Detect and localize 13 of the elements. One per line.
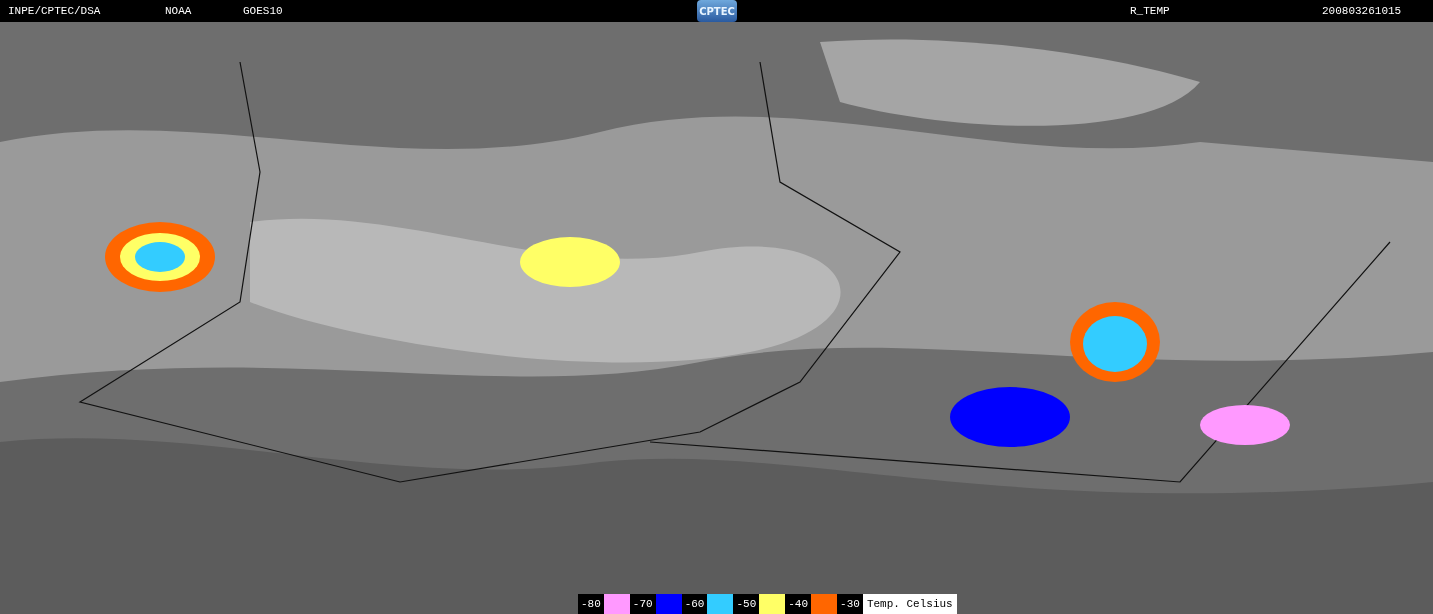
- logo: CPTEC: [697, 0, 737, 22]
- legend-unit: Temp. Celsius: [862, 594, 957, 614]
- legend-label: -40: [785, 594, 812, 614]
- product-label: R_TEMP: [1130, 5, 1170, 17]
- legend-label: -80: [578, 594, 604, 614]
- legend-label: -50: [733, 594, 760, 614]
- legend-label: -30: [837, 594, 863, 614]
- source-label: INPE/CPTEC/DSA: [8, 5, 101, 17]
- legend-label: -60: [681, 594, 708, 614]
- satellite-label: GOES10: [243, 5, 283, 17]
- agency-label: NOAA: [165, 5, 192, 17]
- timestamp-label: 200803261015: [1322, 5, 1402, 17]
- legend-label: -70: [629, 594, 656, 614]
